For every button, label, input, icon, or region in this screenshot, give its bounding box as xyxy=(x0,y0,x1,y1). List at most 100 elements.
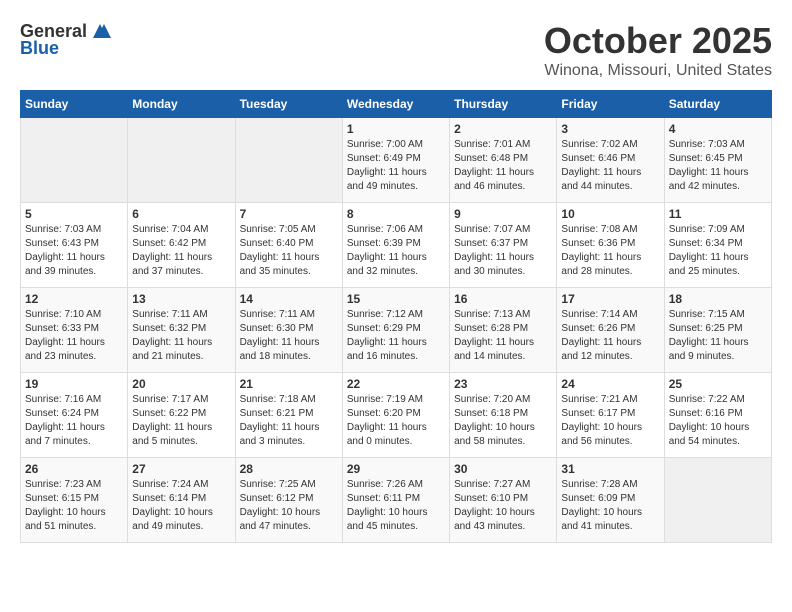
calendar-cell: 30 Sunrise: 7:27 AM Sunset: 6:10 PM Dayli… xyxy=(450,458,557,543)
day-number: 21 xyxy=(240,377,338,391)
calendar-cell: 17 Sunrise: 7:14 AM Sunset: 6:26 PM Dayli… xyxy=(557,288,664,373)
day-info: Sunrise: 7:00 AM Sunset: 6:49 PM Dayligh… xyxy=(347,138,445,194)
weekday-header-saturday: Saturday xyxy=(664,91,771,118)
day-number: 11 xyxy=(669,207,767,221)
location-title: Winona, Missouri, United States xyxy=(544,62,772,80)
day-number: 2 xyxy=(454,122,552,136)
calendar-cell: 26 Sunrise: 7:23 AM Sunset: 6:15 PM Dayli… xyxy=(21,458,128,543)
calendar-cell: 8 Sunrise: 7:06 AM Sunset: 6:39 PM Daylig… xyxy=(342,203,449,288)
calendar-cell: 20 Sunrise: 7:17 AM Sunset: 6:22 PM Dayli… xyxy=(128,373,235,458)
day-info: Sunrise: 7:13 AM Sunset: 6:28 PM Dayligh… xyxy=(454,308,552,364)
week-row-2: 5 Sunrise: 7:03 AM Sunset: 6:43 PM Daylig… xyxy=(21,203,772,288)
calendar-cell: 16 Sunrise: 7:13 AM Sunset: 6:28 PM Dayli… xyxy=(450,288,557,373)
calendar-cell: 22 Sunrise: 7:19 AM Sunset: 6:20 PM Dayli… xyxy=(342,373,449,458)
day-number: 22 xyxy=(347,377,445,391)
day-number: 20 xyxy=(132,377,230,391)
day-info: Sunrise: 7:27 AM Sunset: 6:10 PM Dayligh… xyxy=(454,478,552,534)
day-number: 16 xyxy=(454,292,552,306)
day-info: Sunrise: 7:08 AM Sunset: 6:36 PM Dayligh… xyxy=(561,223,659,279)
calendar-cell: 21 Sunrise: 7:18 AM Sunset: 6:21 PM Dayli… xyxy=(235,373,342,458)
day-info: Sunrise: 7:02 AM Sunset: 6:46 PM Dayligh… xyxy=(561,138,659,194)
day-number: 10 xyxy=(561,207,659,221)
day-info: Sunrise: 7:24 AM Sunset: 6:14 PM Dayligh… xyxy=(132,478,230,534)
calendar-cell: 10 Sunrise: 7:08 AM Sunset: 6:36 PM Dayli… xyxy=(557,203,664,288)
logo-icon xyxy=(89,20,111,42)
day-info: Sunrise: 7:09 AM Sunset: 6:34 PM Dayligh… xyxy=(669,223,767,279)
month-title: October 2025 xyxy=(544,20,772,62)
day-number: 6 xyxy=(132,207,230,221)
weekday-header-thursday: Thursday xyxy=(450,91,557,118)
day-number: 8 xyxy=(347,207,445,221)
day-info: Sunrise: 7:19 AM Sunset: 6:20 PM Dayligh… xyxy=(347,393,445,449)
calendar-cell: 6 Sunrise: 7:04 AM Sunset: 6:42 PM Daylig… xyxy=(128,203,235,288)
calendar-cell xyxy=(235,118,342,203)
day-info: Sunrise: 7:11 AM Sunset: 6:32 PM Dayligh… xyxy=(132,308,230,364)
weekday-header-wednesday: Wednesday xyxy=(342,91,449,118)
day-info: Sunrise: 7:11 AM Sunset: 6:30 PM Dayligh… xyxy=(240,308,338,364)
day-info: Sunrise: 7:23 AM Sunset: 6:15 PM Dayligh… xyxy=(25,478,123,534)
day-number: 4 xyxy=(669,122,767,136)
calendar-cell xyxy=(21,118,128,203)
week-row-1: 1 Sunrise: 7:00 AM Sunset: 6:49 PM Daylig… xyxy=(21,118,772,203)
logo-blue-text: Blue xyxy=(20,38,59,59)
day-number: 17 xyxy=(561,292,659,306)
day-number: 18 xyxy=(669,292,767,306)
calendar-cell: 2 Sunrise: 7:01 AM Sunset: 6:48 PM Daylig… xyxy=(450,118,557,203)
calendar-cell: 11 Sunrise: 7:09 AM Sunset: 6:34 PM Dayli… xyxy=(664,203,771,288)
day-number: 5 xyxy=(25,207,123,221)
day-info: Sunrise: 7:03 AM Sunset: 6:43 PM Dayligh… xyxy=(25,223,123,279)
calendar-cell: 24 Sunrise: 7:21 AM Sunset: 6:17 PM Dayli… xyxy=(557,373,664,458)
day-number: 26 xyxy=(25,462,123,476)
calendar-cell: 13Sunrise: 7:11 AM Sunset: 6:32 PM Dayli… xyxy=(128,288,235,373)
calendar-cell: 25Sunrise: 7:22 AM Sunset: 6:16 PM Dayli… xyxy=(664,373,771,458)
day-info: Sunrise: 7:15 AM Sunset: 6:25 PM Dayligh… xyxy=(669,308,767,364)
day-info: Sunrise: 7:17 AM Sunset: 6:22 PM Dayligh… xyxy=(132,393,230,449)
day-info: Sunrise: 7:03 AM Sunset: 6:45 PM Dayligh… xyxy=(669,138,767,194)
calendar-cell: 5 Sunrise: 7:03 AM Sunset: 6:43 PM Daylig… xyxy=(21,203,128,288)
page-header: General Blue October 2025 Winona, Missou… xyxy=(20,20,772,80)
calendar-cell: 18 Sunrise: 7:15 AM Sunset: 6:25 PM Dayli… xyxy=(664,288,771,373)
day-info: Sunrise: 7:04 AM Sunset: 6:42 PM Dayligh… xyxy=(132,223,230,279)
day-number: 28 xyxy=(240,462,338,476)
calendar-cell: 12Sunrise: 7:10 AM Sunset: 6:33 PM Dayli… xyxy=(21,288,128,373)
day-number: 1 xyxy=(347,122,445,136)
day-info: Sunrise: 7:07 AM Sunset: 6:37 PM Dayligh… xyxy=(454,223,552,279)
day-number: 7 xyxy=(240,207,338,221)
day-info: Sunrise: 7:25 AM Sunset: 6:12 PM Dayligh… xyxy=(240,478,338,534)
day-info: Sunrise: 7:21 AM Sunset: 6:17 PM Dayligh… xyxy=(561,393,659,449)
calendar-cell: 31 Sunrise: 7:28 AM Sunset: 6:09 PM Dayli… xyxy=(557,458,664,543)
day-number: 25 xyxy=(669,377,767,391)
week-row-4: 19Sunrise: 7:16 AM Sunset: 6:24 PM Dayli… xyxy=(21,373,772,458)
calendar-cell xyxy=(664,458,771,543)
day-info: Sunrise: 7:28 AM Sunset: 6:09 PM Dayligh… xyxy=(561,478,659,534)
title-area: October 2025 Winona, Missouri, United St… xyxy=(544,20,772,80)
calendar-cell xyxy=(128,118,235,203)
calendar-cell: 14 Sunrise: 7:11 AM Sunset: 6:30 PM Dayli… xyxy=(235,288,342,373)
day-number: 29 xyxy=(347,462,445,476)
calendar-cell: 9 Sunrise: 7:07 AM Sunset: 6:37 PM Daylig… xyxy=(450,203,557,288)
day-info: Sunrise: 7:16 AM Sunset: 6:24 PM Dayligh… xyxy=(25,393,123,449)
day-number: 31 xyxy=(561,462,659,476)
week-row-3: 12Sunrise: 7:10 AM Sunset: 6:33 PM Dayli… xyxy=(21,288,772,373)
day-number: 27 xyxy=(132,462,230,476)
calendar-cell: 29Sunrise: 7:26 AM Sunset: 6:11 PM Dayli… xyxy=(342,458,449,543)
day-number: 12 xyxy=(25,292,123,306)
day-info: Sunrise: 7:06 AM Sunset: 6:39 PM Dayligh… xyxy=(347,223,445,279)
day-number: 23 xyxy=(454,377,552,391)
day-number: 15 xyxy=(347,292,445,306)
day-info: Sunrise: 7:20 AM Sunset: 6:18 PM Dayligh… xyxy=(454,393,552,449)
calendar-cell: 1 Sunrise: 7:00 AM Sunset: 6:49 PM Daylig… xyxy=(342,118,449,203)
day-number: 30 xyxy=(454,462,552,476)
calendar-cell: 4 Sunrise: 7:03 AM Sunset: 6:45 PM Daylig… xyxy=(664,118,771,203)
weekday-header-sunday: Sunday xyxy=(21,91,128,118)
day-number: 24 xyxy=(561,377,659,391)
weekday-header-monday: Monday xyxy=(128,91,235,118)
day-info: Sunrise: 7:01 AM Sunset: 6:48 PM Dayligh… xyxy=(454,138,552,194)
weekday-header-row: SundayMondayTuesdayWednesdayThursdayFrid… xyxy=(21,91,772,118)
calendar-cell: 23 Sunrise: 7:20 AM Sunset: 6:18 PM Dayli… xyxy=(450,373,557,458)
day-number: 14 xyxy=(240,292,338,306)
day-info: Sunrise: 7:18 AM Sunset: 6:21 PM Dayligh… xyxy=(240,393,338,449)
day-number: 9 xyxy=(454,207,552,221)
calendar-cell: 15Sunrise: 7:12 AM Sunset: 6:29 PM Dayli… xyxy=(342,288,449,373)
day-info: Sunrise: 7:14 AM Sunset: 6:26 PM Dayligh… xyxy=(561,308,659,364)
